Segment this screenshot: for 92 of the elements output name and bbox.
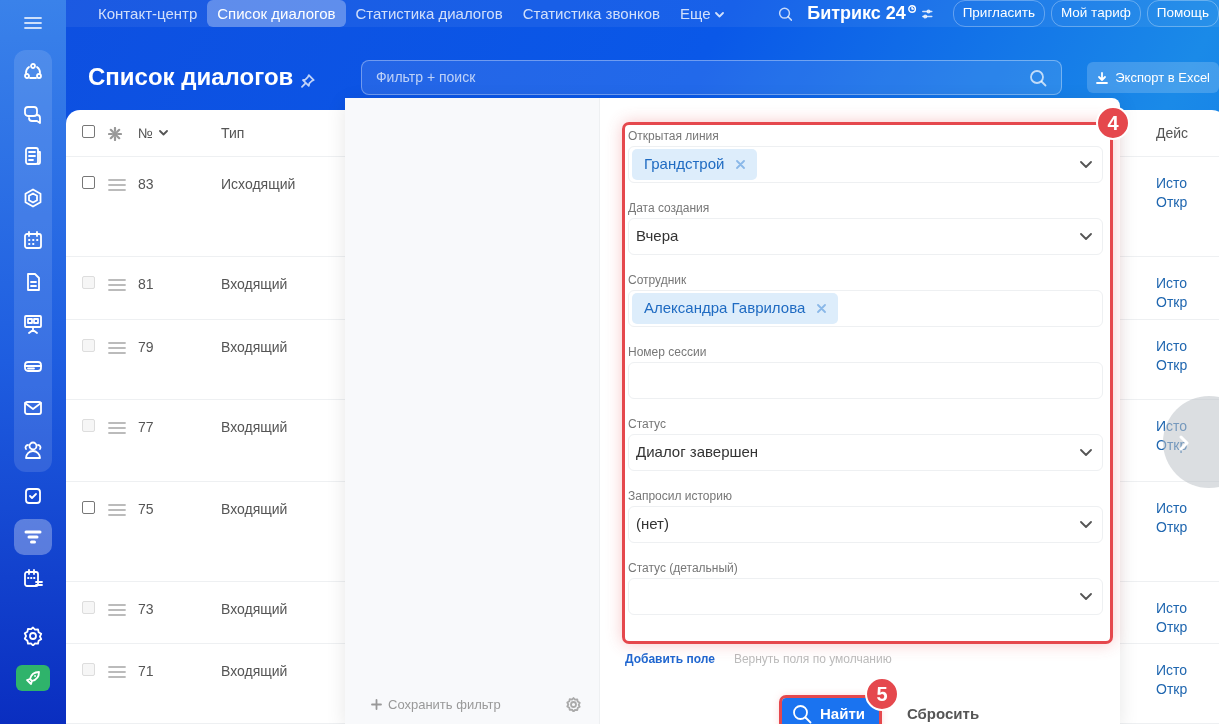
download-icon (1096, 71, 1109, 84)
menu-icon[interactable] (24, 16, 42, 30)
field-label: Статус (628, 417, 667, 432)
checkbox[interactable] (82, 176, 95, 189)
table-cell: Входящий (221, 419, 288, 435)
dropdown-field[interactable]: Вчера (628, 218, 1103, 255)
nodes-icon (23, 62, 43, 82)
dropdown-field[interactable] (628, 578, 1103, 615)
nav-tab[interactable]: Список диалогов (207, 0, 346, 27)
add-field-link[interactable]: Добавить поле (625, 650, 715, 668)
sidebar-item[interactable] (14, 519, 52, 555)
table-cell: 81 (138, 276, 154, 292)
drag-handle-icon[interactable] (108, 279, 126, 292)
sliders-icon[interactable] (922, 7, 933, 20)
table-cell: Входящий (221, 339, 288, 355)
drag-handle-icon[interactable] (108, 504, 126, 517)
field-label: Номер сессии (628, 345, 708, 360)
chevron-down-icon (1080, 521, 1092, 528)
table-cell: Входящий (221, 501, 288, 517)
news-icon (23, 146, 43, 166)
plus-icon (371, 698, 382, 710)
table-cell: 77 (138, 419, 154, 435)
chevron-down-icon (1080, 449, 1092, 456)
search-icon (792, 704, 812, 724)
header-button[interactable]: Помощь (1146, 0, 1219, 27)
header-button[interactable]: Пригласить (952, 0, 1045, 27)
drag-handle-icon[interactable] (108, 666, 126, 679)
chevron-down-icon (1080, 161, 1092, 168)
table-cell: Входящий (221, 601, 288, 617)
hexagon-icon (23, 188, 43, 208)
step-badge: 5 (865, 677, 899, 711)
table-cell: 79 (138, 339, 154, 355)
column-header[interactable]: № (138, 122, 169, 144)
rocket-button[interactable] (16, 665, 50, 691)
step-badge: 4 (1096, 106, 1130, 140)
field-value: Вчера (635, 226, 679, 247)
field-label: Сотрудник (628, 273, 688, 288)
tag-label: Грандстрой (644, 154, 725, 175)
drag-handle-icon[interactable] (108, 179, 126, 192)
table-cell: 73 (138, 601, 154, 617)
chevron-down-icon (1080, 593, 1092, 600)
table-cell: Исходящий (221, 176, 296, 192)
nav-tab[interactable]: Статистика звонков (512, 0, 670, 27)
field-value: (нет) (635, 514, 669, 535)
table-cell: 83 (138, 176, 154, 192)
presentation-icon (23, 314, 43, 334)
column-header[interactable]: Дейс (1156, 122, 1189, 144)
calendar-icon (23, 230, 43, 250)
checkbox-icon (23, 486, 43, 506)
action-link[interactable]: Откр (1156, 518, 1219, 537)
column-header[interactable]: Тип (221, 122, 245, 144)
drag-handle-icon[interactable] (108, 604, 126, 617)
caret-icon (714, 12, 724, 19)
checkbox[interactable] (82, 124, 95, 138)
people-icon (23, 440, 43, 460)
field-label: Открытая линия (628, 129, 720, 144)
clock-icon (907, 4, 917, 14)
action-link[interactable]: Исто (1156, 174, 1219, 193)
search-icon (1029, 68, 1048, 87)
field-value: Диалог завершен (635, 442, 759, 463)
logo: Битрикс 24 (807, 2, 906, 25)
action-link[interactable]: Исто (1156, 499, 1219, 518)
table-cell: 71 (138, 663, 154, 679)
rocket-icon (25, 670, 41, 686)
pin-icon[interactable] (301, 73, 315, 88)
sort-caret-icon (159, 130, 169, 136)
drag-handle-icon[interactable] (108, 342, 126, 355)
schedule-icon (23, 568, 43, 588)
field-label: Запросил историю (628, 489, 733, 504)
table-cell: 75 (138, 501, 154, 517)
action-link[interactable]: Откр (1156, 193, 1219, 212)
table-cell: Входящий (221, 663, 288, 679)
reset-button[interactable]: Сбросить (900, 701, 986, 724)
dropdown-field[interactable]: (нет) (628, 506, 1103, 543)
mail-icon (23, 398, 43, 418)
dropdown-field[interactable]: Диалог завершен (628, 434, 1103, 471)
nav-tab[interactable]: Контакт-центр (88, 0, 208, 27)
field-label: Дата создания (628, 201, 711, 216)
tag-label: Александра Гаврилова (644, 298, 806, 319)
checkbox[interactable] (82, 501, 95, 514)
chevron-down-icon (1080, 233, 1092, 240)
field-label: Статус (детальный) (628, 561, 739, 576)
tag-selector[interactable]: Александра Гаврилова (628, 290, 1103, 327)
nav-tab[interactable]: Статистика диалогов (345, 0, 513, 27)
search-field[interactable]: Фильтр + поиск (360, 60, 1063, 95)
chat-icon (23, 104, 43, 124)
table-cell: Входящий (221, 276, 288, 292)
drag-handle-icon[interactable] (108, 422, 126, 435)
header-button[interactable]: Мой тариф (1050, 0, 1141, 27)
tag-selector[interactable]: Грандстрой (628, 146, 1103, 183)
nav-tab[interactable]: Еще (669, 0, 734, 27)
page-title: Список диалогов (88, 63, 294, 92)
